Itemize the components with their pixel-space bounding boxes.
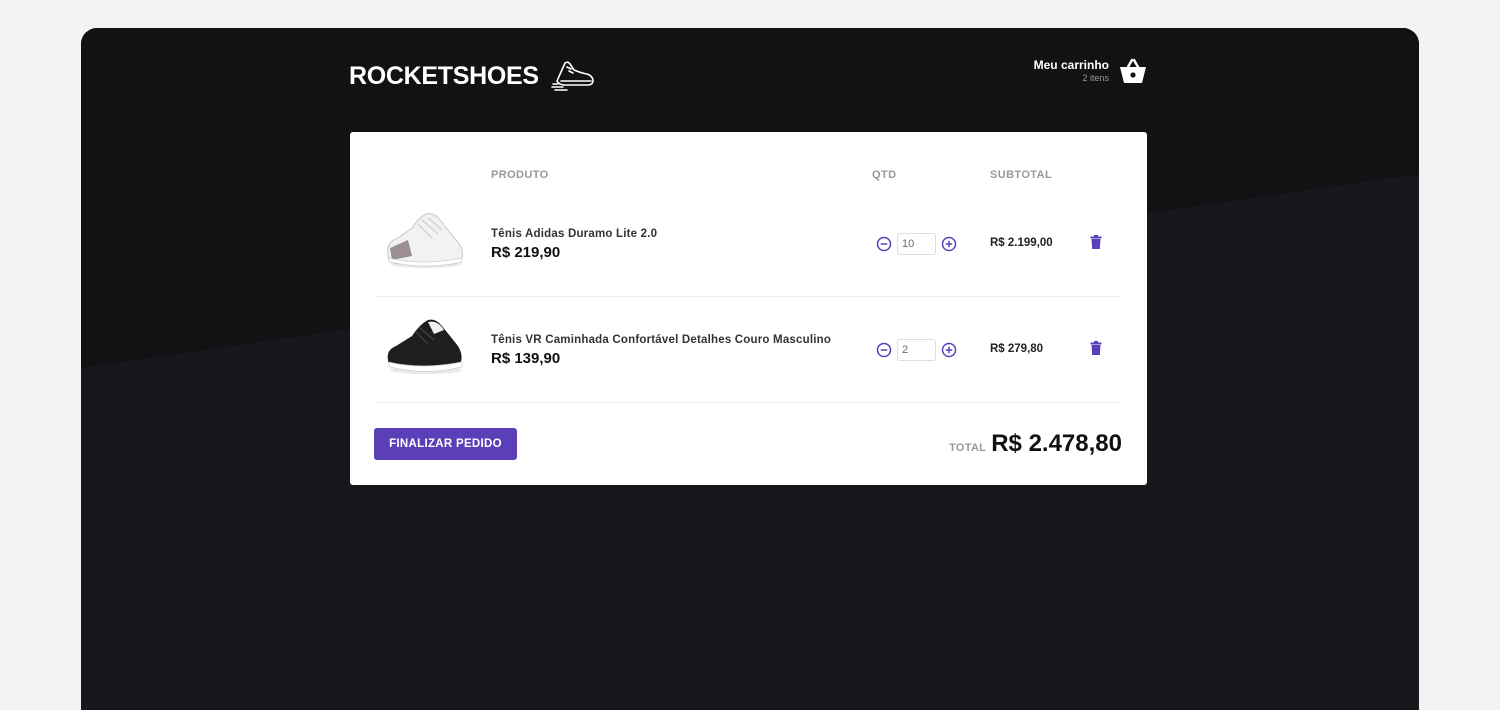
- shopping-basket-icon: [1119, 58, 1147, 84]
- cart-item-row: Tênis Adidas Duramo Lite 2.0 R$ 219,90 R…: [376, 190, 1120, 297]
- item-subtotal: R$ 2.199,00: [990, 237, 1053, 249]
- app-window: ROCKETSHOES Meu carrinho 2 itens PRODUTO…: [81, 28, 1419, 710]
- minus-circle-icon: [876, 236, 892, 252]
- quantity-input[interactable]: [897, 233, 936, 255]
- product-title: Tênis VR Caminhada Confortável Detalhes …: [491, 334, 832, 346]
- trash-icon[interactable]: [1090, 341, 1102, 355]
- minus-circle-icon: [876, 342, 892, 358]
- logo-text: ROCKETSHOES: [349, 61, 539, 90]
- plus-circle-icon: [941, 342, 957, 358]
- total-value: R$ 2.478,80: [991, 430, 1122, 457]
- running-shoe-icon: [550, 59, 595, 93]
- increment-quantity-button[interactable]: [941, 236, 957, 252]
- header: ROCKETSHOES Meu carrinho 2 itens: [349, 56, 1147, 96]
- item-subtotal: R$ 279,80: [990, 343, 1044, 355]
- quantity-input[interactable]: [897, 339, 936, 361]
- page-container: ROCKETSHOES Meu carrinho 2 itens PRODUTO…: [349, 28, 1147, 710]
- cart-summary: Meu carrinho 2 itens: [1034, 58, 1109, 84]
- cart-item-row: Tênis VR Caminhada Confortável Detalhes …: [376, 296, 1120, 403]
- order-total: TOTAL R$ 2.478,80: [949, 430, 1122, 458]
- product-title: Tênis Adidas Duramo Lite 2.0: [491, 228, 658, 240]
- plus-circle-icon: [941, 236, 957, 252]
- decrement-quantity-button[interactable]: [876, 236, 892, 252]
- column-header-product: PRODUTO: [491, 169, 549, 181]
- product-price: R$ 139,90: [491, 350, 561, 367]
- product-image-black-sneaker: [387, 319, 463, 374]
- column-header-qty: QTD: [872, 169, 897, 181]
- finalize-order-button[interactable]: FINALIZAR PEDIDO: [374, 428, 517, 460]
- logo-link[interactable]: ROCKETSHOES: [349, 56, 595, 96]
- cart-item-count: 2 itens: [1082, 73, 1109, 83]
- quantity-stepper: [876, 337, 957, 363]
- decrement-quantity-button[interactable]: [876, 342, 892, 358]
- product-price: R$ 219,90: [491, 244, 561, 261]
- product-image-white-sneaker: [387, 213, 463, 268]
- column-header-subtotal: SUBTOTAL: [990, 169, 1053, 181]
- total-label: TOTAL: [949, 442, 987, 454]
- trash-icon[interactable]: [1090, 235, 1102, 249]
- cart-title: Meu carrinho: [1033, 58, 1109, 72]
- increment-quantity-button[interactable]: [941, 342, 957, 358]
- cart-link[interactable]: Meu carrinho 2 itens: [1034, 58, 1147, 84]
- quantity-stepper: [876, 231, 957, 257]
- cart-table-card: PRODUTO QTD SUBTOTAL Tênis Adidas Duramo…: [350, 132, 1147, 485]
